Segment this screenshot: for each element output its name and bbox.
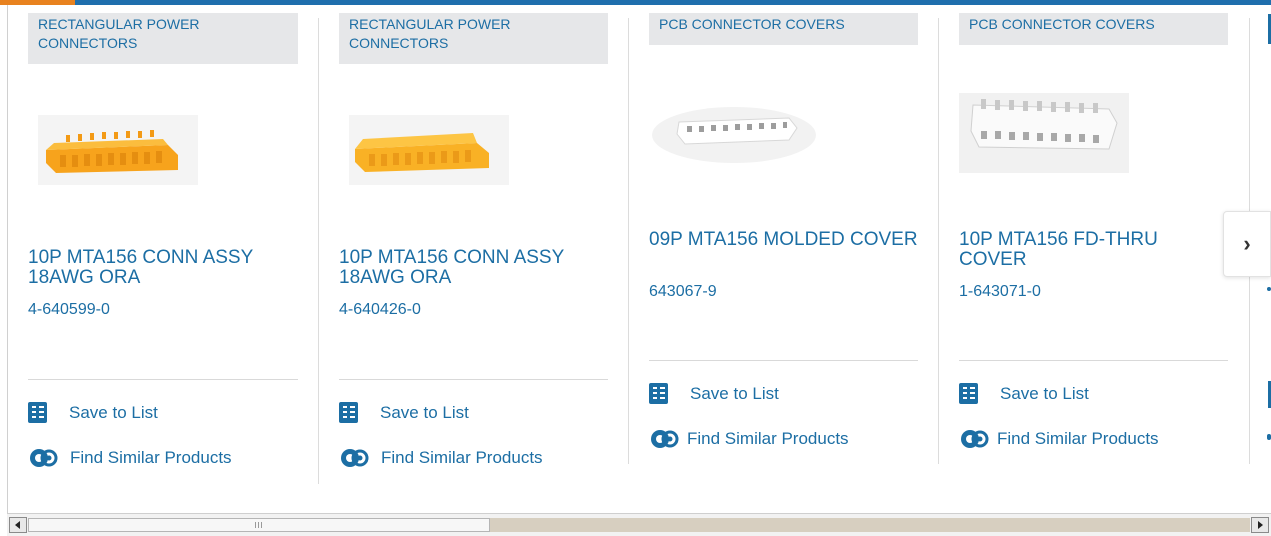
part-number[interactable]: 1-643071-0	[959, 283, 1041, 301]
checklist-icon	[649, 383, 668, 404]
top-accent-highlight	[0, 0, 75, 5]
category-label[interactable]: PCB CONNECTOR COVERS	[959, 13, 1228, 45]
gears-icon	[28, 446, 58, 470]
product-image[interactable]	[349, 115, 509, 190]
save-to-list-label: Save to List	[380, 402, 469, 422]
part-number[interactable]: 4-640426-0	[339, 301, 421, 319]
frame-border	[7, 5, 8, 513]
next-card-edge	[1267, 434, 1271, 440]
scrollbar-track[interactable]	[490, 518, 1250, 532]
checklist-icon	[339, 402, 358, 423]
card-divider	[339, 379, 608, 380]
checklist-icon	[959, 383, 978, 404]
product-title[interactable]: 09P MTA156 MOLDED COVER	[649, 230, 918, 250]
product-title[interactable]: 10P MTA156 CONN ASSY 18AWG ORA	[28, 248, 298, 288]
find-similar-label: Find Similar Products	[70, 448, 232, 467]
find-similar-button[interactable]: Find Similar Products	[339, 446, 543, 470]
top-accent-bar	[0, 0, 1271, 5]
next-card-edge	[1267, 287, 1271, 291]
product-image[interactable]	[959, 93, 1129, 178]
find-similar-button[interactable]: Find Similar Products	[649, 427, 849, 451]
product-title[interactable]: 10P MTA156 CONN ASSY 18AWG ORA	[339, 248, 608, 288]
card-separator	[318, 18, 319, 484]
arrow-left-icon[interactable]	[9, 517, 27, 533]
product-image[interactable]	[649, 100, 819, 170]
card-divider	[28, 379, 298, 380]
save-to-list-button[interactable]: Save to List	[339, 402, 469, 423]
gears-icon	[649, 427, 679, 451]
card-divider	[959, 360, 1228, 361]
gears-icon	[959, 427, 989, 451]
save-to-list-button[interactable]: Save to List	[649, 383, 779, 404]
category-label[interactable]: RECTANGULAR POWER CONNECTORS	[28, 13, 298, 64]
category-label[interactable]: PCB CONNECTOR COVERS	[649, 13, 918, 45]
card-divider	[649, 360, 918, 361]
part-number[interactable]: 643067-9	[649, 283, 717, 301]
arrow-right-icon[interactable]	[1251, 517, 1269, 533]
save-to-list-label: Save to List	[690, 383, 779, 403]
gears-icon	[339, 446, 369, 470]
carousel-next-button[interactable]: ›	[1223, 211, 1271, 277]
horizontal-scrollbar[interactable]	[7, 513, 1271, 536]
card-separator	[628, 18, 629, 464]
save-to-list-label: Save to List	[69, 402, 158, 422]
find-similar-label: Find Similar Products	[687, 429, 849, 448]
find-similar-button[interactable]: Find Similar Products	[959, 427, 1159, 451]
card-separator	[938, 18, 939, 464]
checklist-icon	[28, 402, 47, 423]
find-similar-button[interactable]: Find Similar Products	[28, 446, 232, 470]
find-similar-label: Find Similar Products	[381, 448, 543, 467]
save-to-list-label: Save to List	[1000, 383, 1089, 403]
scrollbar-thumb[interactable]	[28, 518, 490, 532]
chevron-right-icon: ›	[1243, 231, 1251, 256]
category-label[interactable]: RECTANGULAR POWER CONNECTORS	[339, 13, 608, 64]
part-number[interactable]: 4-640599-0	[28, 301, 110, 319]
save-to-list-button[interactable]: Save to List	[28, 402, 158, 423]
product-image[interactable]	[38, 115, 198, 190]
product-title[interactable]: 10P MTA156 FD-THRU COVER	[959, 230, 1228, 270]
save-to-list-button[interactable]: Save to List	[959, 383, 1089, 404]
grip-icon	[255, 522, 263, 528]
find-similar-label: Find Similar Products	[997, 429, 1159, 448]
